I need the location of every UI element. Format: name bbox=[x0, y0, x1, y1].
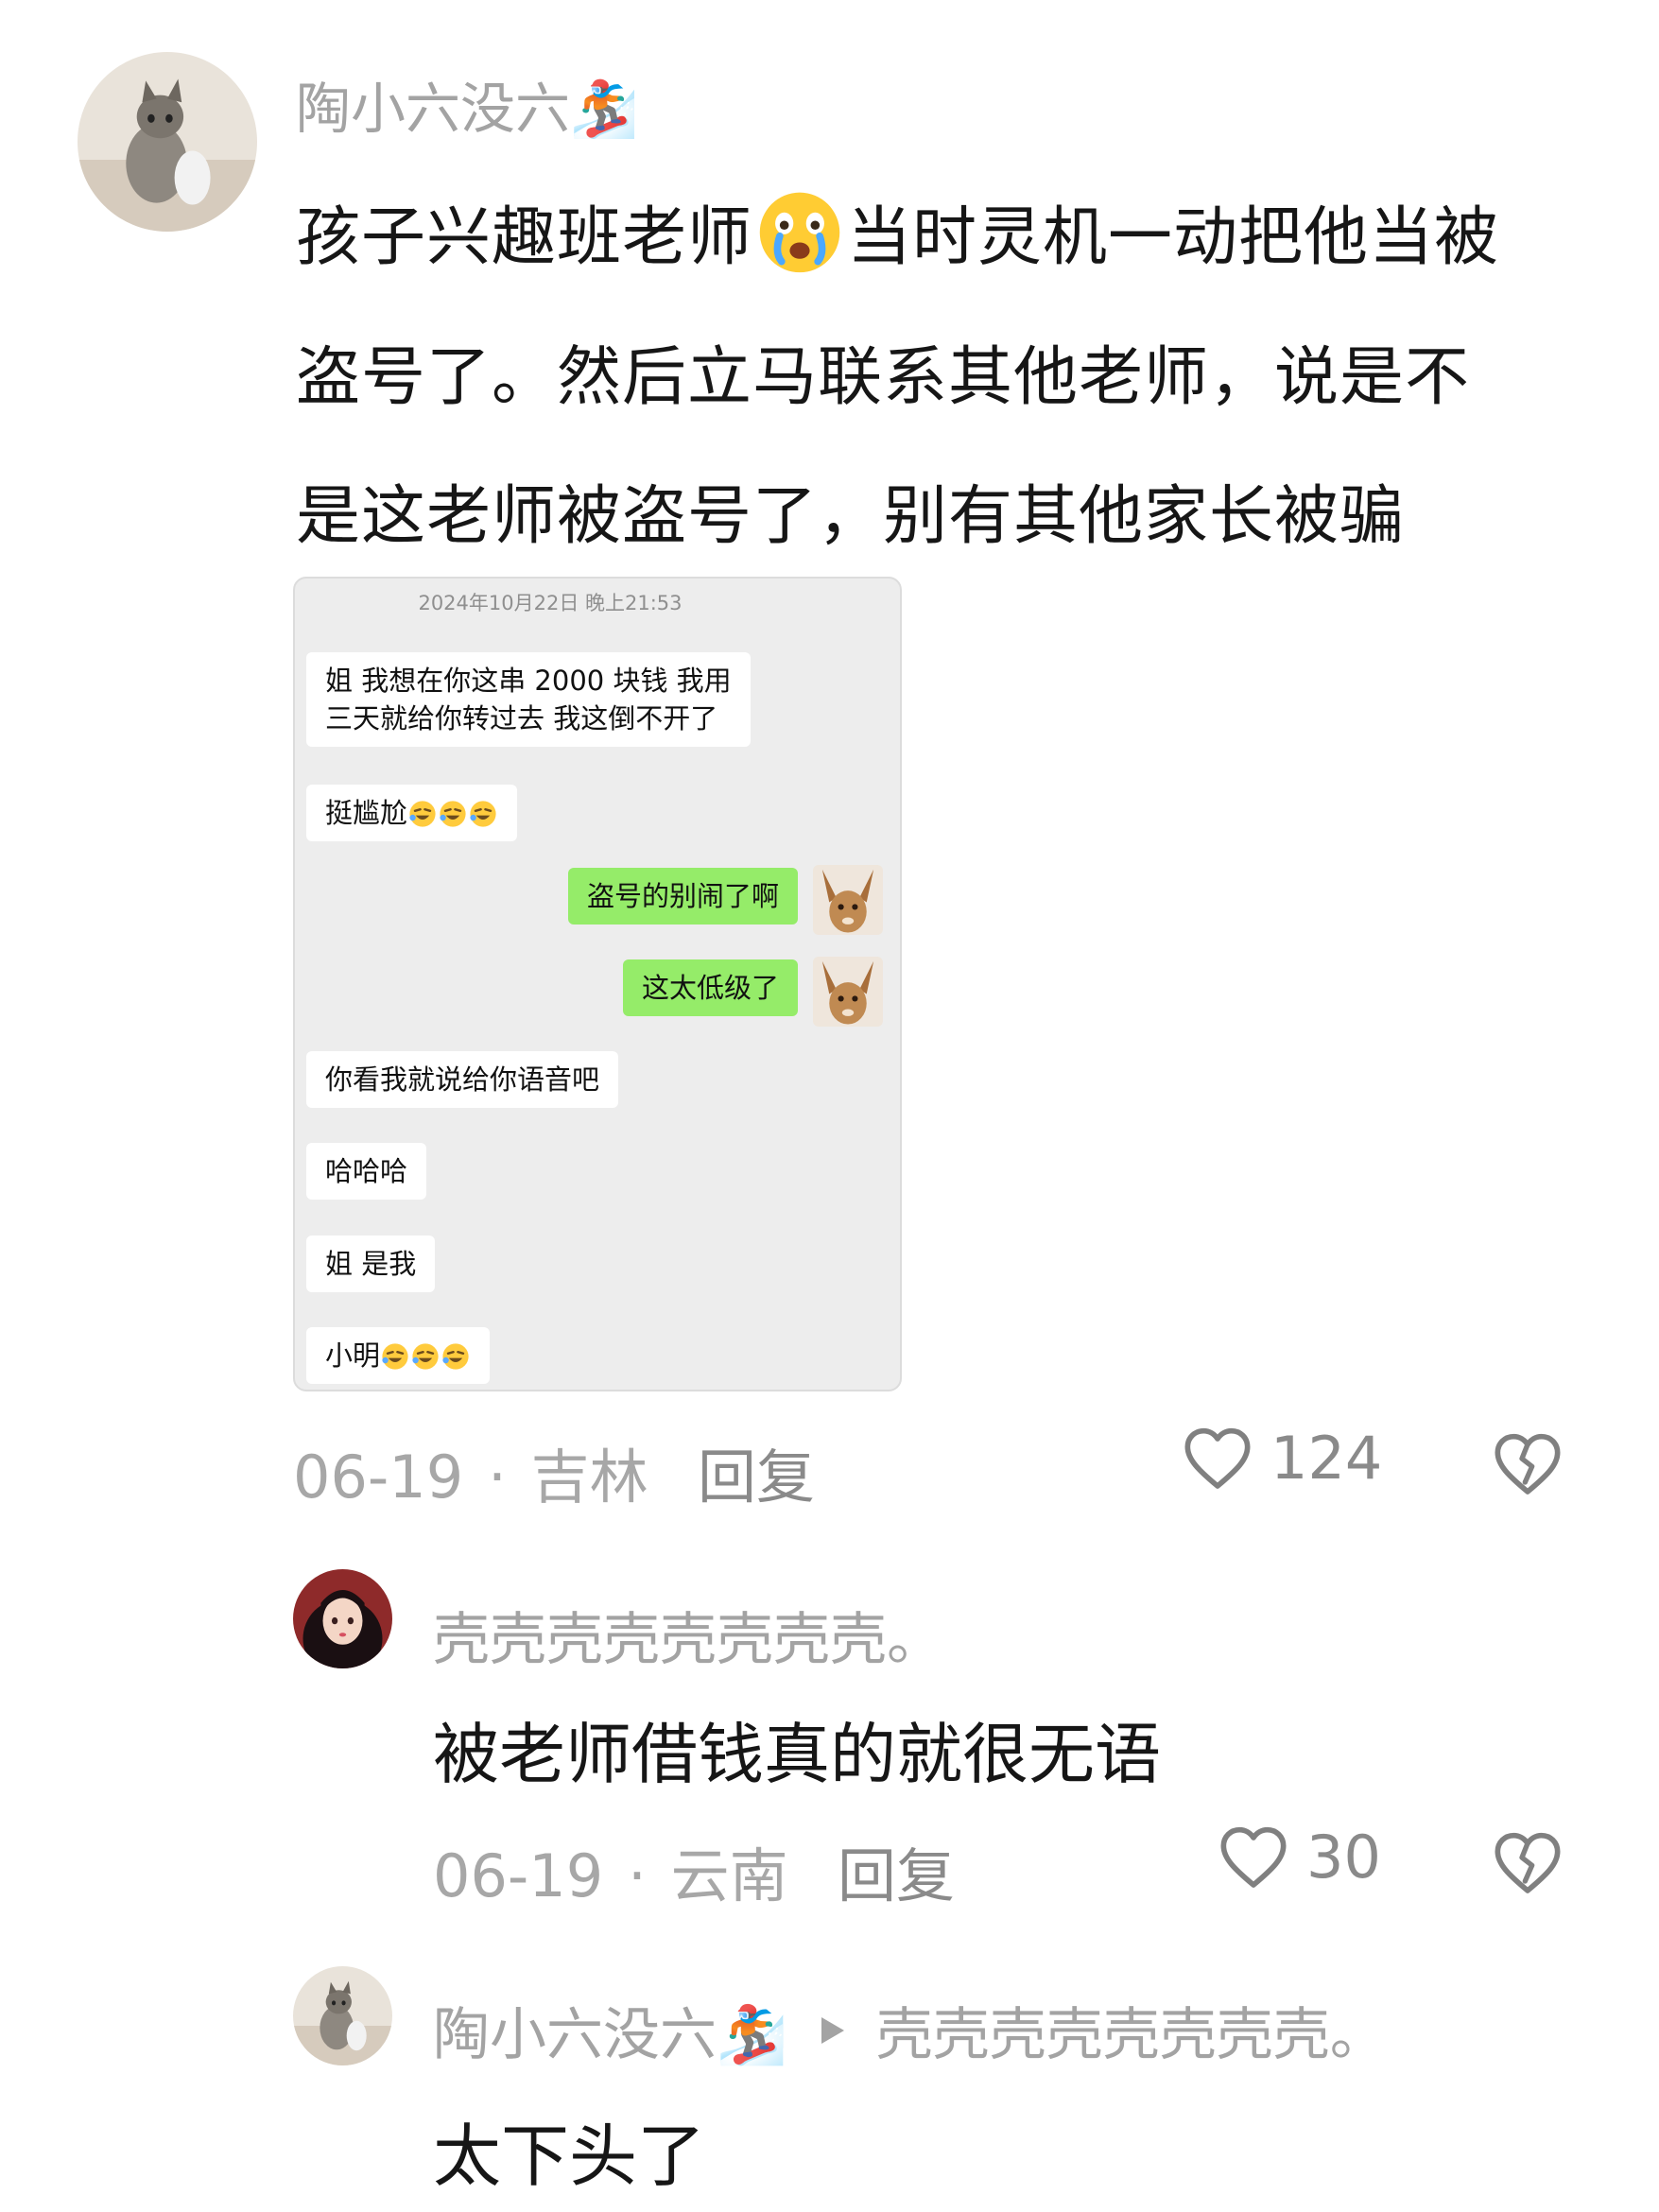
chat-message-4: 这太低级了 bbox=[622, 959, 798, 1016]
main-comment-like-button[interactable]: 124 bbox=[1178, 1420, 1382, 1495]
reply-1-date: 06-19 bbox=[433, 1841, 604, 1910]
chat-message-8-text: 小明 bbox=[325, 1339, 381, 1372]
reply-1-text: 被老师借钱真的就很无语 bbox=[433, 1716, 1161, 1793]
chat-message-5-text: 你看我就说给你语音吧 bbox=[325, 1063, 600, 1096]
avatar-reply-2-user[interactable] bbox=[293, 1966, 392, 2065]
chat-message-1: 姐 我想在你这串 2000 块钱 我用 三天就给你转过去 我这倒不开了 bbox=[306, 652, 751, 747]
main-comment-date: 06-19 bbox=[293, 1443, 464, 1512]
main-comment-meta: 06-19 · 吉林 bbox=[293, 1429, 648, 1514]
laugh-cry-emoji-icon bbox=[442, 1343, 469, 1370]
main-comment-line-1-start: 孩子兴趣班老师 bbox=[296, 200, 753, 275]
chat-message-7-text: 姐 是我 bbox=[325, 1248, 417, 1280]
laugh-cry-emoji-icon bbox=[470, 801, 496, 827]
main-comment-like-count: 124 bbox=[1270, 1423, 1383, 1493]
chat-message-7: 姐 是我 bbox=[306, 1236, 436, 1292]
laugh-cry-emoji-icon bbox=[440, 801, 466, 827]
crying-face-emoji-icon bbox=[759, 192, 840, 273]
caracal-avatar-image bbox=[813, 865, 883, 935]
laugh-cry-emoji-icon bbox=[409, 801, 436, 827]
cat-avatar-image bbox=[293, 1966, 392, 2065]
broken-heart-icon bbox=[1495, 1433, 1561, 1495]
caracal-avatar-image bbox=[813, 957, 883, 1027]
chat-message-2: 挺尴尬 bbox=[306, 785, 518, 841]
chat-screenshot-image[interactable]: 2024年10月22日 晚上21:53 姐 我想在你这串 2000 块钱 我用 … bbox=[293, 577, 902, 1391]
broken-heart-icon bbox=[1495, 1832, 1561, 1893]
reply-1-meta: 06-19 · 云南 bbox=[433, 1828, 788, 1913]
reply-1-location: 云南 bbox=[670, 1841, 788, 1910]
chat-message-8: 小明 bbox=[306, 1327, 491, 1384]
laugh-cry-emoji-icon bbox=[382, 1343, 408, 1370]
reply-1-reply-button[interactable]: 回复 bbox=[838, 1828, 955, 1913]
chat-timestamp: 2024年10月22日 晚上21:53 bbox=[418, 592, 683, 614]
chat-message-3-text: 盗号的别闹了啊 bbox=[586, 880, 779, 912]
cat-avatar-image bbox=[78, 52, 257, 232]
reply-1-dislike-button[interactable] bbox=[1488, 1824, 1567, 1900]
meta-separator: · bbox=[609, 1841, 665, 1910]
meta-separator: · bbox=[469, 1443, 526, 1512]
reply-2-text: 太下头了 bbox=[433, 2117, 706, 2196]
avatar-main-user[interactable] bbox=[78, 52, 257, 232]
chat-self-avatar bbox=[813, 865, 883, 935]
chat-self-avatar bbox=[813, 957, 883, 1027]
chat-message-2-text: 挺尴尬 bbox=[325, 797, 408, 829]
avatar-reply-1-user[interactable] bbox=[293, 1569, 392, 1668]
reply-2-header: 陶小六没六🏂 壳壳壳壳壳壳壳壳。 bbox=[433, 1989, 1387, 2071]
reply-1-like-count: 30 bbox=[1306, 1822, 1381, 1892]
main-comment-line-1: 孩子兴趣班老师 当时灵机一动把他当被 bbox=[296, 184, 1499, 278]
heart-outline-icon bbox=[1220, 1826, 1287, 1888]
main-comment-line-2: 盗号了。然后立马联系其他老师，说是不 bbox=[296, 340, 1471, 415]
heart-outline-icon bbox=[1184, 1427, 1251, 1489]
chat-message-6-text: 哈哈哈 bbox=[325, 1155, 408, 1187]
chat-message-6: 哈哈哈 bbox=[306, 1143, 427, 1200]
reply-1-username[interactable]: 壳壳壳壳壳壳壳壳。 bbox=[433, 1594, 943, 1676]
laugh-cry-emoji-icon bbox=[412, 1343, 439, 1370]
main-comment-location: 吉林 bbox=[530, 1443, 648, 1512]
play-triangle-icon bbox=[821, 2016, 844, 2044]
main-comment-dislike-button[interactable] bbox=[1488, 1426, 1567, 1501]
main-comment-line-1-end: 当时灵机一动把他当被 bbox=[847, 200, 1500, 275]
chat-message-5: 你看我就说给你语音吧 bbox=[306, 1051, 619, 1108]
main-comment-reply-button[interactable]: 回复 bbox=[698, 1429, 815, 1514]
chat-message-1-line-2: 三天就给你转过去 我这倒不开了 bbox=[325, 702, 718, 734]
anime-girl-avatar-image bbox=[293, 1569, 392, 1668]
chat-message-3: 盗号的别闹了啊 bbox=[567, 868, 798, 925]
reply-2-username[interactable]: 陶小六没六🏂 bbox=[433, 1989, 787, 2071]
main-comment-line-3: 是这老师被盗号了，别有其他家长被骗 bbox=[296, 479, 1406, 554]
chat-message-4-text: 这太低级了 bbox=[641, 972, 779, 1004]
chat-message-1-line-1: 姐 我想在你这串 2000 块钱 我用 bbox=[325, 665, 732, 697]
main-comment-username[interactable]: 陶小六没六🏂 bbox=[296, 64, 638, 144]
reply-1-like-button[interactable]: 30 bbox=[1214, 1819, 1381, 1894]
reply-2-reply-to-username[interactable]: 壳壳壳壳壳壳壳壳。 bbox=[876, 1989, 1387, 2071]
